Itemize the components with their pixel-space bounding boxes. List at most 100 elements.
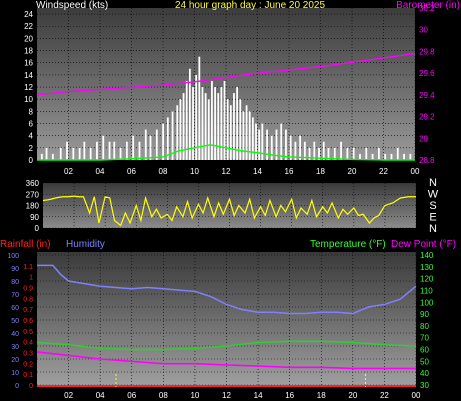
x-tick-label-bottom: 00 (412, 391, 421, 400)
rainfall-tick-label: 0.7 (23, 307, 33, 314)
x-tick-label-bottom: 10 (190, 391, 199, 400)
windspeed-bar (166, 117, 169, 160)
rainfall-tick-label: 0 (29, 383, 33, 390)
windspeed-bar (352, 147, 355, 160)
temperature-tick-label: 40 (420, 369, 429, 378)
windspeed-tick-label: 18 (24, 47, 33, 56)
graph-title: 24 hour graph day : June 20 2025 (175, 0, 326, 11)
windspeed-bar (285, 129, 287, 160)
x-tick-label-top: 08 (159, 167, 168, 176)
windspeed-tick-label: 22 (24, 22, 33, 31)
windspeed-bar (220, 87, 223, 160)
windspeed-tick-label: 2 (29, 144, 34, 153)
compass-label: N (429, 223, 437, 235)
humidity-tick-label: 20 (11, 357, 19, 364)
barometer-tick-label: 29.4 (419, 91, 435, 100)
x-tick-label-top: 02 (64, 167, 73, 176)
x-tick-label-top: 10 (190, 167, 199, 176)
windspeed-bar (204, 93, 207, 160)
windspeed-bar (207, 99, 210, 160)
windspeed-bar (365, 147, 368, 160)
windspeed-bar (242, 111, 245, 160)
windspeed-bar (251, 117, 254, 160)
x-tick-label-top: 20 (348, 167, 357, 176)
windspeed-bar (211, 80, 213, 160)
windspeed-bar (149, 135, 152, 160)
windspeed-bar (198, 56, 201, 160)
windspeed-bar (346, 147, 349, 160)
x-tick-label-bottom: 14 (254, 391, 263, 400)
rainfall-tick-label: 0.5 (23, 329, 33, 336)
windspeed-bar (390, 153, 393, 160)
windspeed-bar (299, 135, 302, 160)
rainfall-axis-title: Rainfall (in) (0, 239, 51, 250)
windspeed-bar (270, 135, 273, 160)
rainfall-tick-label: 0.3 (23, 351, 33, 358)
temperature-tick-label: 130 (420, 263, 434, 272)
windspeed-bar (248, 111, 251, 160)
x-tick-label-bottom: 06 (127, 391, 136, 400)
windspeed-bar (83, 141, 86, 160)
windspeed-bar (409, 153, 412, 160)
x-tick-label-top: 12 (222, 167, 231, 176)
temperature-tick-label: 50 (420, 357, 429, 366)
temperature-tick-label: 100 (420, 298, 434, 307)
rainfall-tick-label: 1 (29, 275, 33, 282)
windspeed-tick-label: 24 (24, 10, 33, 19)
direction-tick-label: 180 (26, 202, 40, 211)
temperature-tick-label: 90 (420, 310, 429, 319)
humidity-tick-label: 10 (11, 370, 19, 377)
windspeed-tick-label: 20 (24, 34, 33, 43)
windspeed-bar (226, 99, 229, 160)
x-tick-label-bottom: 12 (222, 391, 231, 400)
windspeed-bar (125, 141, 128, 160)
humidity-tick-label: 0 (15, 383, 19, 390)
rainfall-tick-label: 1.1 (23, 264, 33, 271)
direction-tick-label: 90 (30, 213, 39, 222)
windspeed-bar (192, 87, 194, 160)
windspeed-bar (396, 147, 399, 160)
humidity-tick-label: 50 (11, 318, 19, 325)
humidity-tick-label: 100 (7, 253, 19, 260)
x-tick-label-bottom: 22 (380, 391, 389, 400)
barometer-tick-label: 29 (419, 134, 428, 143)
rainfall-tick-label: 0.1 (23, 372, 33, 379)
windspeed-bar (102, 135, 105, 160)
humidity-tick-label: 90 (11, 266, 19, 273)
humidity-tick-label: 40 (11, 331, 19, 338)
humidity-tick-label: 60 (11, 305, 19, 312)
windspeed-bar (403, 153, 405, 160)
humidity-tick-label: 70 (11, 292, 19, 299)
temperature-tick-label: 30 (420, 381, 429, 390)
windspeed-bar (185, 80, 188, 160)
windspeed-bar (40, 153, 43, 160)
windspeed-bar (45, 147, 48, 160)
x-tick-label-bottom: 08 (159, 391, 168, 400)
x-tick-label-top: 04 (96, 167, 105, 176)
rainfall-tick-label: 0.4 (23, 340, 33, 347)
barometer-tick-label: 28.8 (419, 156, 435, 165)
windspeed-tick-label: 10 (24, 95, 33, 104)
temperature-tick-label: 80 (420, 322, 429, 331)
rainfall-tick-label: 0.9 (23, 286, 33, 293)
windspeed-tick-label: 12 (24, 83, 33, 92)
rainfall-tick-label: 0.6 (23, 318, 33, 325)
direction-tick-label: 270 (26, 190, 40, 199)
x-tick-label-top: 14 (253, 167, 262, 176)
x-tick-label-top: 00 (411, 167, 420, 176)
windspeed-bar (72, 147, 75, 160)
windspeed-bar (266, 129, 268, 160)
x-tick-label-top: 06 (127, 167, 136, 176)
barometer-tick-label: 30.2 (419, 4, 435, 13)
windspeed-tick-label: 0 (29, 156, 34, 165)
windspeed-bar (96, 141, 98, 160)
windspeed-bar (51, 153, 54, 160)
windspeed-bar (261, 123, 264, 160)
humidity-tick-label: 30 (11, 344, 19, 351)
windspeed-bar (214, 87, 216, 160)
windspeed-bar (322, 141, 325, 160)
windspeed-tick-label: 4 (29, 132, 34, 141)
windspeed-bar (144, 129, 147, 160)
windspeed-bar (384, 153, 387, 160)
temperature-tick-label: 110 (420, 286, 433, 295)
